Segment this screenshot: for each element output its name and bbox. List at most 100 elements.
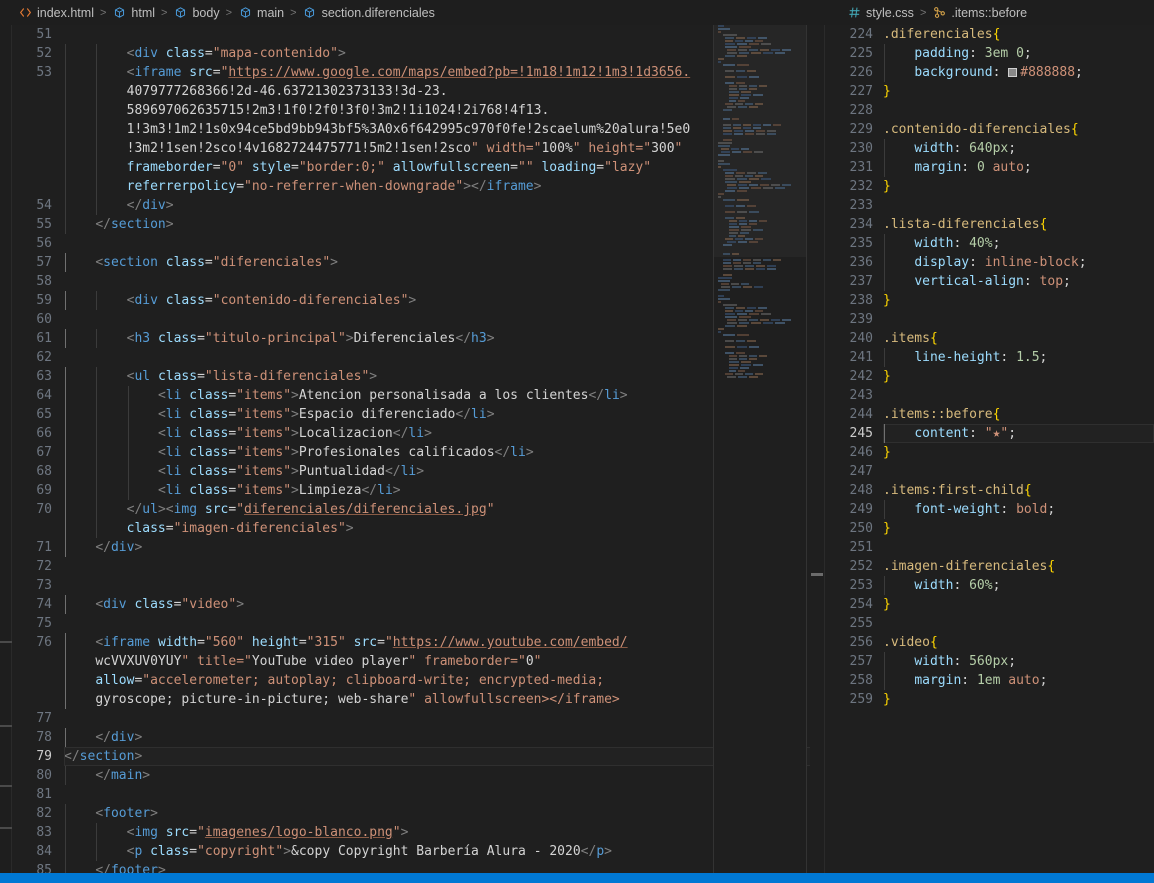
code-line[interactable]: <div class="contenido-diferenciales"> [64,291,824,310]
css-line[interactable]: margin: 0 auto; [883,158,1154,177]
css-line[interactable]: } [883,595,1154,614]
code-line[interactable]: <li class="items">Atencion personalisada… [64,386,824,405]
css-line[interactable] [883,101,1154,120]
css-line[interactable]: } [883,690,1154,709]
minimap-slider[interactable] [714,25,806,257]
code-content-right[interactable]: .diferenciales{ padding: 3em 0; backgrou… [883,25,1154,873]
css-line[interactable]: margin: 1em auto; [883,671,1154,690]
css-line[interactable]: .items{ [883,329,1154,348]
css-line[interactable]: background: #888888; [883,63,1154,82]
code-line[interactable]: !3m2!1sen!2sco!4v1682724475771!5m2!1sen!… [64,139,824,158]
css-line[interactable] [883,614,1154,633]
code-line[interactable]: 1!3m3!1m2!1s0x94ce5bd9bb943bf5%3A0x6f642… [64,120,824,139]
code-line[interactable]: gyroscope; picture-in-picture; web-share… [64,690,824,709]
css-line[interactable] [883,196,1154,215]
code-line[interactable]: <iframe width="560" height="315" src="ht… [64,633,824,652]
breadcrumb-item-stylesheet[interactable]: style.css [847,6,914,20]
code-line[interactable]: <div class="video"> [64,595,824,614]
css-line[interactable]: } [883,367,1154,386]
code-line[interactable] [64,614,824,633]
css-line[interactable]: vertical-align: top; [883,272,1154,291]
css-line[interactable]: } [883,291,1154,310]
overview-ruler-left[interactable] [0,25,12,873]
breadcrumb-item-body[interactable]: body [173,6,220,20]
css-line[interactable] [883,386,1154,405]
minimap[interactable] [714,25,806,873]
css-line[interactable]: .lista-diferenciales{ [883,215,1154,234]
status-bar[interactable] [0,873,1154,883]
css-line[interactable] [883,310,1154,329]
css-line[interactable]: width: 640px; [883,139,1154,158]
code-line[interactable]: <iframe src="https://www.google.com/maps… [64,63,824,82]
css-line[interactable]: font-weight: bold; [883,500,1154,519]
css-line[interactable]: display: inline-block; [883,253,1154,272]
code-line[interactable]: 4079777268366!2d-46.63721302373133!3d-23… [64,82,824,101]
code-line[interactable]: <li class="items">Profesionales califica… [64,443,824,462]
css-line[interactable]: } [883,443,1154,462]
css-line[interactable]: width: 40%; [883,234,1154,253]
code-line[interactable] [64,785,824,804]
breadcrumb-right-editor[interactable]: style.css > .items::before [825,0,1154,25]
css-line[interactable]: .items:first-child{ [883,481,1154,500]
code-line[interactable] [64,25,824,44]
css-line[interactable]: content: "★"; [883,424,1154,443]
breadcrumb-item-html[interactable]: html [112,6,155,20]
code-line[interactable]: allow="accelerometer; autoplay; clipboar… [64,671,824,690]
css-line[interactable]: .imagen-diferenciales{ [883,557,1154,576]
code-line[interactable]: <div class="mapa-contenido"> [64,44,824,63]
code-line[interactable]: wcVVXUV0YUY" title="YouTube video player… [64,652,824,671]
css-line[interactable]: width: 560px; [883,652,1154,671]
css-line[interactable]: .video{ [883,633,1154,652]
code-line[interactable]: </footer> [64,861,824,873]
css-line[interactable]: .contenido-diferenciales{ [883,120,1154,139]
css-line[interactable]: padding: 3em 0; [883,44,1154,63]
code-line[interactable]: </div> [64,538,824,557]
css-line[interactable] [883,462,1154,481]
code-line[interactable]: </div> [64,728,824,747]
code-line[interactable] [64,234,824,253]
editor-style-css[interactable]: 224 225 226 227 228 229 230 231 232 233 234 235 236 2… [825,25,1154,873]
css-line[interactable]: .diferenciales{ [883,25,1154,44]
css-line[interactable]: } [883,82,1154,101]
css-line[interactable]: line-height: 1.5; [883,348,1154,367]
code-line[interactable]: frameborder="0" style="border:0;" allowf… [64,158,824,177]
code-line[interactable]: <ul class="lista-diferenciales"> [64,367,824,386]
code-line[interactable]: referrerpolicy="no-referrer-when-downgra… [64,177,824,196]
css-line[interactable]: .items::before{ [883,405,1154,424]
code-line[interactable]: class="imagen-diferenciales"> [64,519,824,538]
code-line[interactable]: </main> [64,766,824,785]
code-line[interactable]: </ul><img src="diferenciales/diferencial… [64,500,824,519]
code-line[interactable] [64,272,824,291]
breadcrumb-item-main[interactable]: main [238,6,284,20]
code-line[interactable] [64,576,824,595]
code-line[interactable]: <p class="copyright">&copy Copyright Bar… [64,842,824,861]
code-line[interactable]: </div> [64,196,824,215]
code-line[interactable] [64,348,824,367]
code-line[interactable]: <li class="items">Localizacion</li> [64,424,824,443]
code-line[interactable]: </section> [64,747,824,766]
color-swatch[interactable] [1008,68,1018,77]
code-line[interactable]: <footer> [64,804,824,823]
code-line[interactable]: <li class="items">Limpieza</li> [64,481,824,500]
breadcrumb-item-file[interactable]: index.html [18,6,94,20]
code-line[interactable] [64,709,824,728]
breadcrumb-item-selector[interactable]: .items::before [932,6,1027,20]
code-line[interactable]: 589697062635715!2m3!1f0!2f0!3f0!3m2!1i10… [64,101,824,120]
css-line[interactable] [883,538,1154,557]
code-line[interactable]: <img src="imagenes/logo-blanco.png"> [64,823,824,842]
code-line[interactable] [64,557,824,576]
code-content-left[interactable]: <div class="mapa-contenido"> <iframe src… [64,25,824,873]
code-line[interactable]: <li class="items">Espacio diferenciado</… [64,405,824,424]
vertical-scrollbar-left[interactable] [810,25,824,873]
code-line[interactable]: <section class="diferenciales"> [64,253,824,272]
css-line[interactable]: width: 60%; [883,576,1154,595]
css-line[interactable]: } [883,519,1154,538]
code-line[interactable]: </section> [64,215,824,234]
breadcrumb-left-editor[interactable]: index.html > html > body > main > sectio… [0,0,825,25]
breadcrumb-item-section[interactable]: section.diferenciales [303,6,435,20]
code-line[interactable]: <h3 class="titulo-principal">Diferencial… [64,329,824,348]
code-line[interactable] [64,310,824,329]
editor-index-html[interactable]: 51 52 53 54 55 56 57 58 59 60 61 62 63 64 65 66 67 68 69 70… [0,25,825,873]
code-line[interactable]: <li class="items">Puntualidad</li> [64,462,824,481]
css-line[interactable]: } [883,177,1154,196]
